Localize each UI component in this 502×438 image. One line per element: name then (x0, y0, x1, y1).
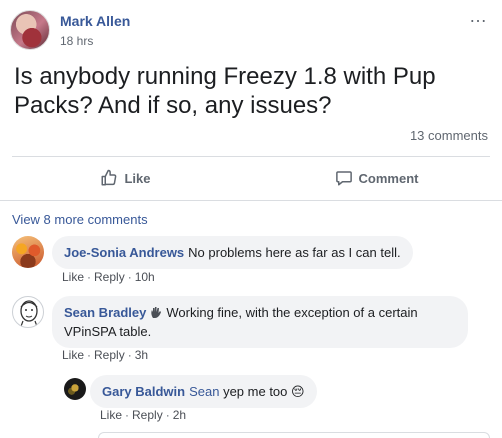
comments-count-link[interactable]: 13 comments (410, 128, 488, 143)
comment-reply-link[interactable]: Reply (94, 270, 125, 284)
mention-link[interactable]: Sean (189, 384, 219, 399)
comment-timestamp[interactable]: 10h (135, 270, 155, 284)
commenter-name[interactable]: Sean Bradley (64, 305, 146, 320)
more-options-icon[interactable]: … (469, 6, 488, 27)
author-avatar[interactable] (10, 10, 50, 50)
reply-text: yep me too (223, 384, 288, 399)
post-body-text: Is anybody running Freezy 1.8 with Pup P… (14, 63, 436, 119)
post-timestamp[interactable]: 18 hrs (60, 34, 93, 48)
view-more-comments-link[interactable]: View 8 more comments (12, 212, 148, 227)
comment-timestamp[interactable]: 3h (135, 348, 148, 362)
comment-button[interactable]: Comment (251, 158, 502, 198)
reply-input-field[interactable] (98, 432, 490, 438)
reply-avatar[interactable] (64, 378, 86, 400)
like-label: Like (124, 170, 151, 186)
facebook-post: Mark Allen 18 hrs … Is anybody running F… (0, 0, 502, 438)
reply-like-link[interactable]: Like (100, 408, 122, 422)
commenter-avatar[interactable] (12, 236, 44, 268)
post-author-name[interactable]: Mark Allen (60, 13, 130, 29)
comment-actions: Like · Reply · 10h (62, 270, 155, 284)
hand-wave-icon (150, 306, 162, 323)
reply-reply-link[interactable]: Reply (132, 408, 163, 422)
comment-label: Comment (358, 170, 419, 186)
comment-like-link[interactable]: Like (62, 270, 84, 284)
comment-bubble: Sean Bradley Working fine, with the exce… (52, 296, 468, 348)
sad-face-emoji-icon: 😔 (291, 384, 305, 399)
reply-actions: Like · Reply · 2h (100, 408, 187, 422)
post-action-bar: Like Comment (0, 158, 502, 198)
commenter-name[interactable]: Joe-Sonia Andrews (64, 245, 184, 260)
comment-reply-link[interactable]: Reply (94, 348, 125, 362)
reply-bubble: Gary Baldwin Sean yep me too 😔 (90, 375, 317, 408)
comment-bubble: Joe-Sonia Andrews No problems here as far… (52, 236, 413, 269)
speech-bubble-icon (335, 169, 353, 187)
comment-like-link[interactable]: Like (62, 348, 84, 362)
replier-name[interactable]: Gary Baldwin (102, 384, 185, 399)
thumbs-up-icon (100, 169, 118, 187)
reply-timestamp[interactable]: 2h (173, 408, 186, 422)
divider (12, 156, 490, 157)
commenter-avatar[interactable] (12, 296, 44, 328)
comment-text: No problems here as far as I can tell. (188, 245, 401, 260)
comment-actions: Like · Reply · 3h (62, 348, 149, 362)
divider (0, 200, 502, 201)
like-button[interactable]: Like (0, 158, 251, 198)
